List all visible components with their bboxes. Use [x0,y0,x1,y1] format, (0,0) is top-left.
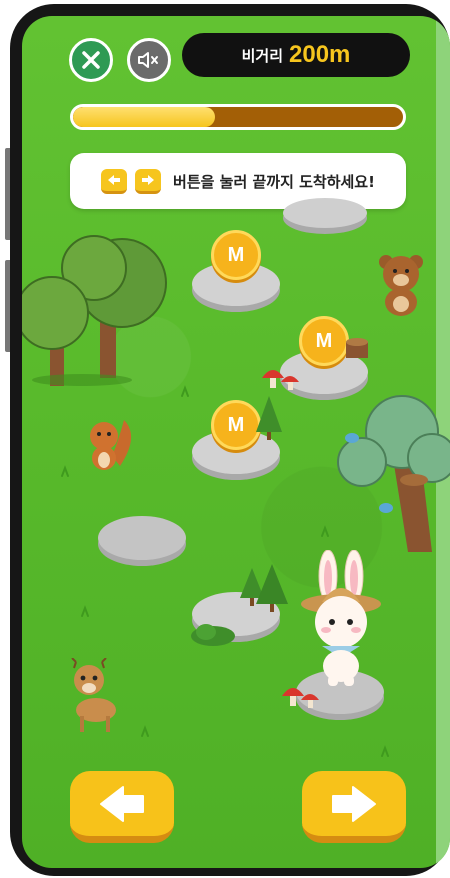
bunny-player-character [301,550,381,686]
left-arrow-icon [100,785,144,822]
instruction-text: 버튼을 눌러 끝까지 도착하세요! [173,172,375,191]
right-arrow-icon [332,785,376,822]
tree-cluster-left [22,235,167,386]
mushroom-icon [262,370,299,390]
pine-tree-icon [240,564,288,612]
close-x-icon [82,51,100,69]
progress-bar [70,104,406,130]
pine-tree-icon [256,396,282,440]
squirrel-character [90,420,132,470]
tree-right [337,395,450,552]
bear-character [379,255,423,316]
distance-display: 비거리 200m [182,33,410,77]
distance-label: 비거리 [241,46,283,65]
coin[interactable]: M [211,400,261,450]
bush-icon [191,624,235,646]
close-button[interactable] [69,38,113,82]
right-arrow-button[interactable] [302,771,406,843]
coin[interactable]: M [211,230,261,280]
deer-character [71,658,116,732]
speaker-muted-icon [138,52,158,68]
bird-icon [379,503,393,513]
progress-fill [73,107,215,127]
bird-icon [345,433,359,443]
stepping-stone [98,516,186,566]
right-arrow-icon [135,168,162,194]
stump-icon [346,338,368,358]
game-screen: 비거리 200m 버튼을 눌러 끝까지 도착하세요! M M M [22,16,450,868]
mute-button[interactable] [127,38,171,82]
left-arrow-icon [101,168,128,194]
stepping-stone [283,198,367,234]
left-arrow-button[interactable] [70,771,174,843]
distance-value: 200m [289,41,351,68]
